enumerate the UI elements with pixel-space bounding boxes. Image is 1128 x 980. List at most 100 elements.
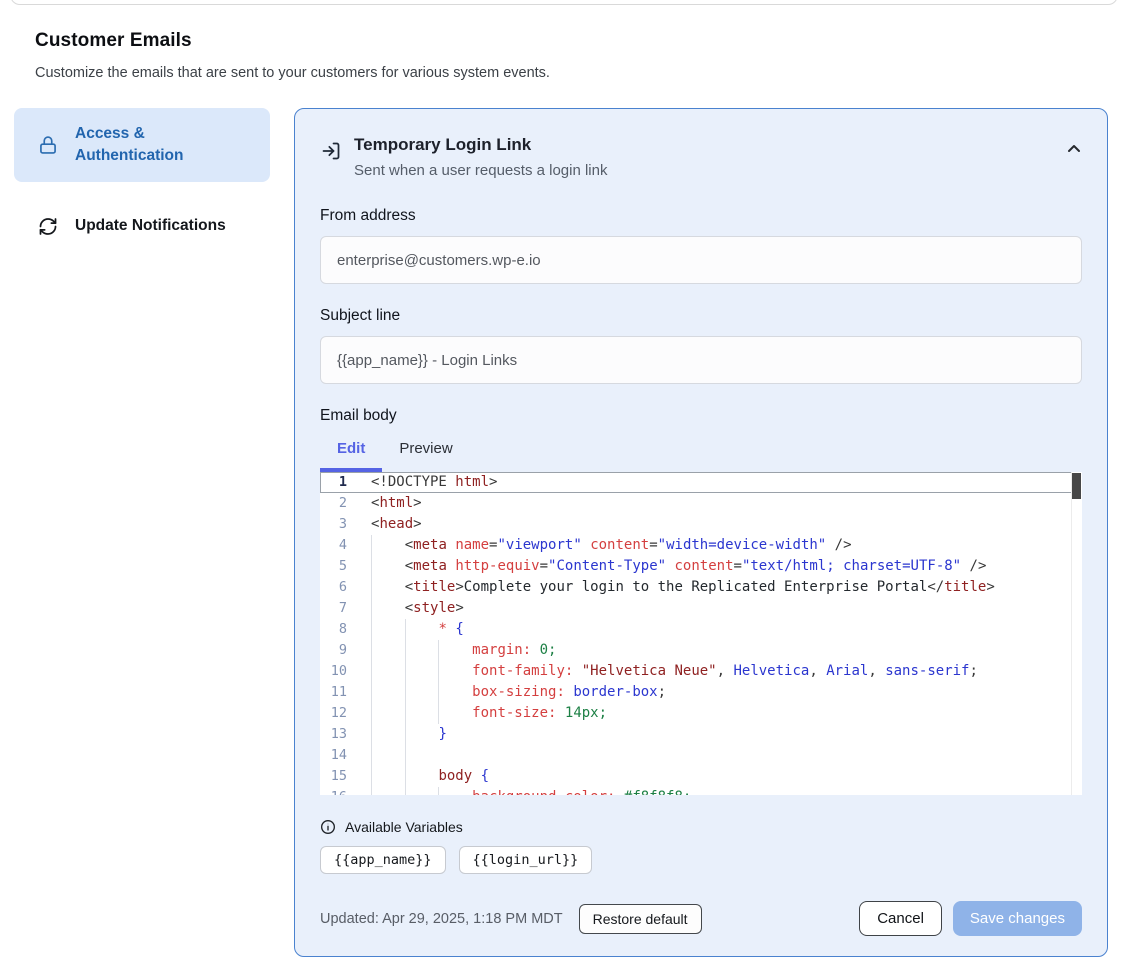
indent-guide: [438, 682, 439, 703]
indent-guide: [405, 682, 406, 703]
code-line-content: <style>: [357, 598, 1082, 619]
indent-guide: [405, 661, 406, 682]
subject-line-input[interactable]: [320, 336, 1082, 384]
indent-guide: [405, 745, 406, 766]
code-line[interactable]: 5 <meta http-equiv="Content-Type" conten…: [320, 556, 1082, 577]
code-line[interactable]: 8 * {: [320, 619, 1082, 640]
line-number: 4: [320, 535, 357, 556]
code-line-content: <html>: [357, 493, 1082, 514]
code-line-content: font-family: "Helvetica Neue", Helvetica…: [357, 661, 1082, 682]
code-line[interactable]: 11 box-sizing: border-box;: [320, 682, 1082, 703]
from-address-label: From address: [320, 205, 1082, 227]
indent-guide: [438, 661, 439, 682]
indent-guide: [371, 577, 372, 598]
editor-scrollbar-thumb[interactable]: [1072, 473, 1081, 499]
code-line[interactable]: 14: [320, 745, 1082, 766]
line-number: 12: [320, 703, 357, 724]
restore-default-button[interactable]: Restore default: [579, 904, 702, 934]
indent-guide: [371, 640, 372, 661]
code-line[interactable]: 6 <title>Complete your login to the Repl…: [320, 577, 1082, 598]
code-line-content: <meta name="viewport" content="width=dev…: [357, 535, 1082, 556]
cancel-button[interactable]: Cancel: [859, 901, 942, 936]
customer-emails-page: Customer Emails Customize the emails tha…: [0, 0, 1128, 980]
code-line[interactable]: 15 body {: [320, 766, 1082, 787]
indent-guide: [371, 682, 372, 703]
line-number: 14: [320, 745, 357, 766]
info-icon: [320, 819, 336, 835]
card-title: Temporary Login Link: [354, 134, 607, 156]
line-number: 1: [320, 472, 357, 493]
line-number: 3: [320, 514, 357, 535]
chevron-up-icon[interactable]: [1066, 142, 1082, 154]
code-line[interactable]: 10 font-family: "Helvetica Neue", Helvet…: [320, 661, 1082, 682]
indent-guide: [371, 598, 372, 619]
line-number: 13: [320, 724, 357, 745]
card-footer: Updated: Apr 29, 2025, 1:18 PM MDT Resto…: [320, 901, 1082, 936]
temporary-login-link-card: Temporary Login Link Sent when a user re…: [294, 108, 1108, 957]
code-line-content: <!DOCTYPE html>: [357, 472, 1082, 493]
sidebar-item-label: Access & Authentication: [75, 123, 254, 167]
variable-chip[interactable]: {{app_name}}: [320, 846, 446, 874]
line-number: 15: [320, 766, 357, 787]
sidebar-item-label: Update Notifications: [75, 215, 226, 237]
indent-guide: [371, 766, 372, 787]
indent-guide: [405, 766, 406, 787]
line-number: 2: [320, 493, 357, 514]
indent-guide: [371, 661, 372, 682]
code-line-content: <head>: [357, 514, 1082, 535]
available-variables-header: Available Variables: [320, 819, 1082, 835]
sidebar-item-update-notifications[interactable]: Update Notifications: [14, 204, 270, 248]
line-number: 11: [320, 682, 357, 703]
page-header: Customer Emails Customize the emails tha…: [0, 0, 1128, 81]
tab-preview[interactable]: Preview: [382, 431, 469, 472]
code-line[interactable]: 9 margin: 0;: [320, 640, 1082, 661]
variable-chips: {{app_name}} {{login_url}}: [320, 846, 1082, 874]
indent-guide: [371, 703, 372, 724]
email-body-tabs: Edit Preview: [320, 431, 1082, 472]
line-number: 6: [320, 577, 357, 598]
previous-card-bottom-edge: [10, 0, 1118, 5]
lock-icon: [38, 135, 58, 155]
indent-guide: [438, 703, 439, 724]
save-changes-button[interactable]: Save changes: [953, 901, 1082, 936]
code-line[interactable]: 16 background-color: #f8f8f8;: [320, 787, 1082, 795]
subject-line-label: Subject line: [320, 305, 1082, 327]
indent-guide: [371, 745, 372, 766]
code-line[interactable]: 1<!DOCTYPE html>: [320, 472, 1082, 493]
code-line-content: <meta http-equiv="Content-Type" content=…: [357, 556, 1082, 577]
sidebar-item-access-authentication[interactable]: Access & Authentication: [14, 108, 270, 182]
page-title: Customer Emails: [35, 30, 1093, 52]
code-line-content: <title>Complete your login to the Replic…: [357, 577, 1082, 598]
variable-chip[interactable]: {{login_url}}: [459, 846, 593, 874]
available-variables-label: Available Variables: [345, 819, 463, 835]
indent-guide: [371, 535, 372, 556]
code-editor-lines: 1<!DOCTYPE html>2<html>3<head>4 <meta na…: [320, 472, 1082, 795]
updated-timestamp: Updated: Apr 29, 2025, 1:18 PM MDT: [320, 911, 563, 927]
indent-guide: [438, 640, 439, 661]
code-line-content: margin: 0;: [357, 640, 1082, 661]
card-header: Temporary Login Link Sent when a user re…: [320, 134, 1082, 181]
code-editor[interactable]: 1<!DOCTYPE html>2<html>3<head>4 <meta na…: [320, 472, 1082, 795]
code-line-content: background-color: #f8f8f8;: [357, 787, 1082, 795]
line-number: 9: [320, 640, 357, 661]
code-line[interactable]: 3<head>: [320, 514, 1082, 535]
code-line[interactable]: 12 font-size: 14px;: [320, 703, 1082, 724]
indent-guide: [405, 703, 406, 724]
line-number: 10: [320, 661, 357, 682]
line-number: 5: [320, 556, 357, 577]
email-body-label: Email body: [320, 405, 1082, 427]
refresh-icon: [38, 216, 58, 237]
from-address-input[interactable]: [320, 236, 1082, 284]
code-line[interactable]: 4 <meta name="viewport" content="width=d…: [320, 535, 1082, 556]
code-line[interactable]: 7 <style>: [320, 598, 1082, 619]
code-line[interactable]: 13 }: [320, 724, 1082, 745]
code-line[interactable]: 2<html>: [320, 493, 1082, 514]
tab-edit[interactable]: Edit: [320, 431, 382, 472]
line-number: 16: [320, 787, 357, 795]
code-line-content: body {: [357, 766, 1082, 787]
code-line-content: font-size: 14px;: [357, 703, 1082, 724]
indent-guide: [405, 619, 406, 640]
editor-scrollbar-track[interactable]: [1071, 472, 1082, 795]
indent-guide: [371, 556, 372, 577]
indent-guide: [371, 724, 372, 745]
